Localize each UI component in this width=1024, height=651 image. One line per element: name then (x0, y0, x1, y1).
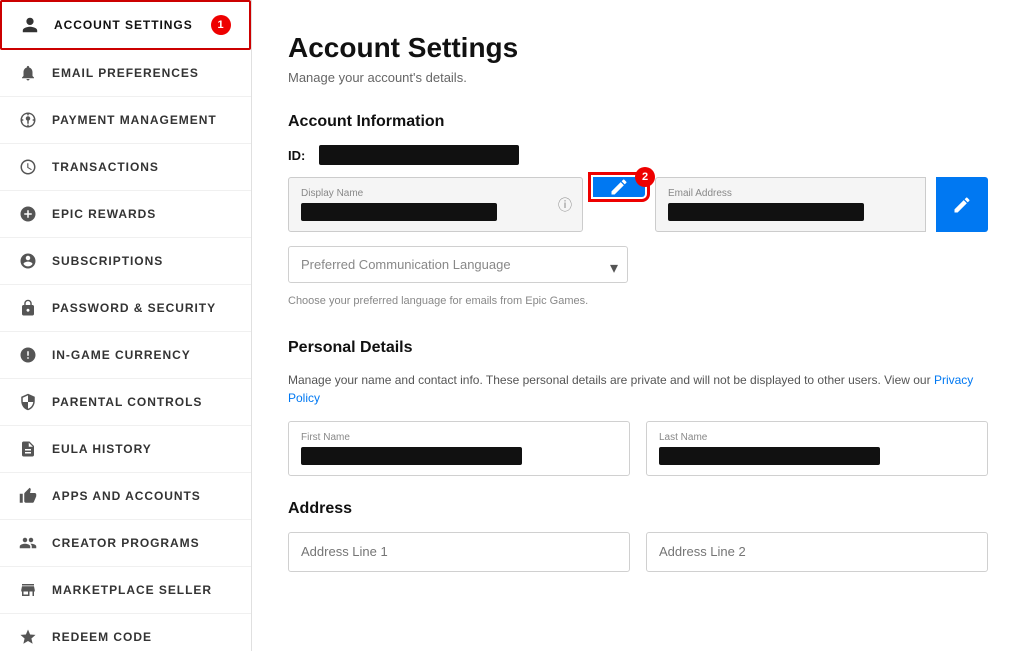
page-title: Account Settings (288, 32, 988, 64)
sidebar-item-password-security[interactable]: Password & Security (0, 285, 251, 332)
info-icon: ⓘ (558, 195, 572, 215)
edit-badge: 2 (635, 167, 655, 187)
email-field: Email Address (655, 177, 926, 232)
sidebar: Account Settings 1 Email Preferences Pay… (0, 0, 252, 651)
dollar-icon (18, 110, 38, 130)
id-value-redacted (319, 145, 519, 165)
sidebar-item-label: Account Settings (54, 18, 193, 32)
star-icon (18, 627, 38, 647)
first-name-label: First Name (301, 432, 617, 443)
language-dropdown-wrapper[interactable]: Preferred Communication Language (288, 246, 628, 289)
email-label: Email Address (668, 188, 913, 199)
clock-icon (18, 157, 38, 177)
address-section: Address (288, 500, 988, 572)
sidebar-item-redeem-code[interactable]: Redeem Code (0, 614, 251, 651)
sidebar-item-marketplace-seller[interactable]: Marketplace Seller (0, 567, 251, 614)
email-edit-button[interactable] (936, 177, 988, 232)
address-line2-field[interactable] (646, 532, 988, 572)
sidebar-item-label: Transactions (52, 160, 159, 174)
sidebar-item-label: Email Preferences (52, 66, 199, 80)
display-name-edit-wrapper: 2 (593, 177, 645, 232)
sidebar-item-email-preferences[interactable]: Email Preferences (0, 50, 251, 97)
sidebar-item-epic-rewards[interactable]: Epic Rewards (0, 191, 251, 238)
language-dropdown[interactable]: Preferred Communication Language (288, 246, 628, 283)
address-line2-input[interactable] (659, 544, 975, 559)
person-icon (20, 15, 40, 35)
main-content: Account Settings Manage your account's d… (252, 0, 1024, 651)
bell-icon (18, 63, 38, 83)
sidebar-item-label: Creator Programs (52, 536, 200, 550)
sidebar-item-label: Payment Management (52, 113, 217, 127)
account-info-section: Account Information ID: Display Name ⓘ 2 (288, 113, 988, 307)
sidebar-item-label: Apps and Accounts (52, 489, 201, 503)
lock-icon (18, 298, 38, 318)
display-name-field: Display Name ⓘ (288, 177, 583, 232)
subscriptions-icon (18, 251, 38, 271)
plus-circle-icon (18, 204, 38, 224)
first-name-redacted (301, 447, 522, 465)
last-name-label: Last Name (659, 432, 975, 443)
sidebar-item-account-settings[interactable]: Account Settings 1 (0, 0, 251, 50)
sidebar-item-subscriptions[interactable]: Subscriptions (0, 238, 251, 285)
shield-icon (18, 392, 38, 412)
page-subtitle: Manage your account's details. (288, 70, 988, 85)
sidebar-item-label: EULA History (52, 442, 152, 456)
language-hint: Choose your preferred language for email… (288, 295, 988, 307)
display-name-label: Display Name (301, 188, 546, 199)
last-name-redacted (659, 447, 880, 465)
sidebar-item-label: Marketplace Seller (52, 583, 212, 597)
sidebar-item-label: Password & Security (52, 301, 216, 315)
address-line1-input[interactable] (301, 544, 617, 559)
personal-details-note: Manage your name and contact info. These… (288, 371, 988, 407)
sidebar-item-label: Redeem Code (52, 630, 152, 644)
sidebar-item-creator-programs[interactable]: Creator Programs (0, 520, 251, 567)
personal-details-section: Personal Details Manage your name and co… (288, 339, 988, 476)
sidebar-item-eula-history[interactable]: EULA History (0, 426, 251, 473)
store-icon (18, 580, 38, 600)
last-name-field: Last Name (646, 421, 988, 476)
address-line1-field[interactable] (288, 532, 630, 572)
address-fields-row (288, 532, 988, 572)
currency-icon (18, 345, 38, 365)
email-value-redacted (668, 203, 864, 221)
personal-details-title: Personal Details (288, 339, 988, 357)
first-name-field: First Name (288, 421, 630, 476)
id-row: ID: (288, 145, 988, 165)
sidebar-item-label: Parental Controls (52, 395, 202, 409)
address-title: Address (288, 500, 988, 518)
people-icon (18, 533, 38, 553)
sidebar-item-apps-accounts[interactable]: Apps and Accounts (0, 473, 251, 520)
apps-icon (18, 486, 38, 506)
sidebar-item-label: In-Game Currency (52, 348, 191, 362)
account-info-title: Account Information (288, 113, 988, 131)
sidebar-item-label: Subscriptions (52, 254, 163, 268)
document-icon (18, 439, 38, 459)
sidebar-item-payment-management[interactable]: Payment Management (0, 97, 251, 144)
name-fields-row: First Name Last Name (288, 421, 988, 476)
id-label: ID: (288, 148, 305, 163)
sidebar-item-transactions[interactable]: Transactions (0, 144, 251, 191)
sidebar-item-in-game-currency[interactable]: In-Game Currency (0, 332, 251, 379)
sidebar-item-label: Epic Rewards (52, 207, 156, 221)
account-settings-badge: 1 (211, 15, 231, 35)
display-name-redacted (301, 203, 497, 221)
sidebar-item-parental-controls[interactable]: Parental Controls (0, 379, 251, 426)
